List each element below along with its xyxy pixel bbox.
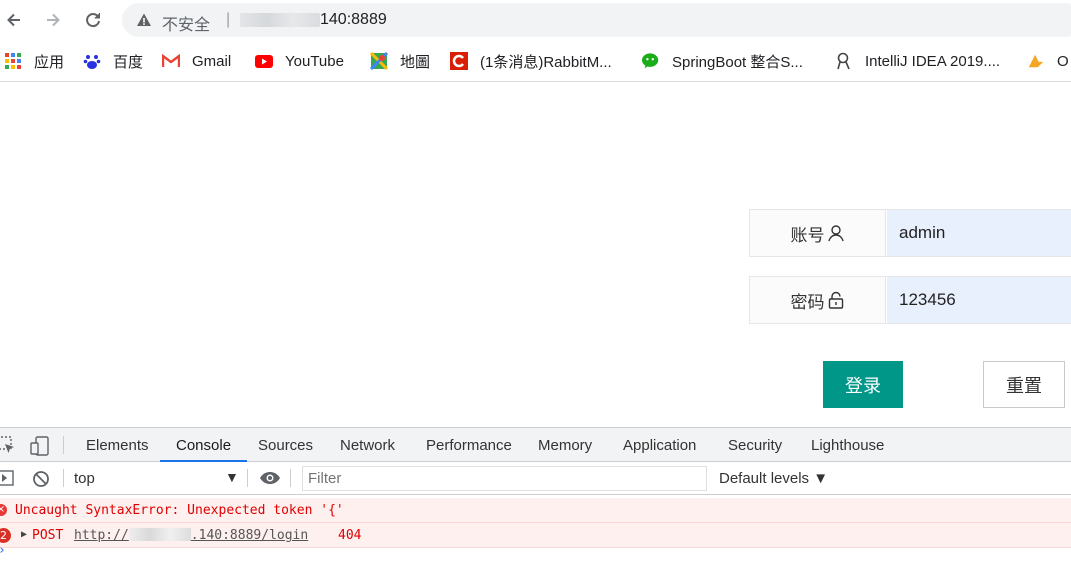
bookmark-label: (1条消息)RabbitM...: [480, 53, 612, 71]
eye-icon[interactable]: [259, 471, 281, 485]
user-icon: [827, 225, 844, 242]
clear-console-icon[interactable]: [32, 470, 50, 488]
reload-button[interactable]: [79, 6, 107, 34]
maps-icon: [370, 52, 388, 70]
sidebar-toggle-icon[interactable]: [0, 470, 15, 486]
context-dropdown-arrow[interactable]: ▼: [225, 469, 239, 485]
forward-button[interactable]: [39, 6, 67, 34]
toolbar-divider: [290, 469, 291, 487]
bookmark-label: SpringBoot 整合S...: [672, 53, 803, 71]
devtools-tabbar: Elements Console Sources Network Perform…: [0, 428, 1071, 462]
csdn-icon: [450, 52, 468, 70]
bookmark-label: O: [1057, 52, 1069, 70]
youtube-icon: [255, 52, 273, 70]
tab-lighthouse[interactable]: Lighthouse: [811, 428, 884, 462]
tab-elements[interactable]: Elements: [86, 428, 149, 462]
bookmark-label: YouTube: [285, 52, 344, 70]
tab-application[interactable]: Application: [623, 428, 696, 462]
arrow-left-icon: [7, 13, 20, 27]
username-label: 账号: [750, 210, 886, 256]
error-count-badge: 2: [0, 528, 11, 543]
response-status: 404: [338, 528, 362, 543]
reload-icon: [86, 13, 100, 28]
console-network-error-row[interactable]: 2 ▶ POST http://.140:8889/login 404: [0, 523, 1071, 548]
intellij-icon: [835, 52, 853, 70]
baidu-paw-icon: [83, 52, 101, 70]
url-redacted: [240, 13, 320, 27]
bookmark-springboot[interactable]: SpringBoot 整合S...: [642, 50, 803, 72]
toolbar-divider: [63, 469, 64, 487]
tab-network[interactable]: Network: [340, 428, 395, 462]
url-redacted: [128, 528, 191, 541]
bookmark-label: 百度: [113, 53, 144, 71]
tab-performance[interactable]: Performance: [426, 428, 512, 462]
console-prompt-icon[interactable]: ›: [0, 543, 6, 558]
bookmark-youtube[interactable]: YouTube: [255, 50, 344, 72]
username-field: 账号: [749, 209, 1071, 257]
back-button[interactable]: [0, 6, 28, 34]
expand-triangle-icon[interactable]: ▶: [21, 529, 27, 540]
request-method: POST: [32, 528, 64, 543]
arrow-right-icon: [47, 13, 60, 27]
bookmark-gmail[interactable]: Gmail: [162, 50, 231, 72]
security-label[interactable]: 不安全: [162, 11, 210, 35]
bookmark-overflow[interactable]: O: [1027, 50, 1069, 72]
bookmark-baidu[interactable]: 百度: [83, 50, 143, 72]
bookmark-label: Gmail: [192, 52, 232, 70]
reset-button[interactable]: 重置: [983, 361, 1065, 408]
bookmark-label: IntelliJ IDEA 2019....: [865, 52, 1001, 70]
toolbar-divider: [247, 469, 248, 487]
log-levels-dropdown[interactable]: Default levels ▼: [719, 470, 828, 487]
tab-sources[interactable]: Sources: [258, 428, 313, 462]
wechat-icon: [642, 52, 660, 70]
bookmarks-bar: 应用 百度 Gmail YouTube 地圖 (1条消息)RabbitM...: [0, 40, 1071, 82]
bookmark-orange-icon: [1027, 52, 1045, 70]
console-filter-input[interactable]: [302, 466, 707, 491]
bookmark-apps[interactable]: 应用: [4, 50, 64, 72]
bookmark-csdn[interactable]: (1条消息)RabbitM...: [450, 50, 612, 72]
error-icon: ×: [0, 504, 7, 516]
address-bar[interactable]: 不安全 | 140:8889: [122, 3, 1071, 37]
apps-grid-icon: [4, 52, 22, 70]
bookmark-maps[interactable]: 地圖: [370, 50, 430, 72]
browser-toolbar: 不安全 | 140:8889: [0, 0, 1071, 40]
login-button[interactable]: 登录: [823, 361, 903, 408]
tab-console[interactable]: Console: [160, 428, 248, 462]
console-error-row[interactable]: × Uncaught SyntaxError: Unexpected token…: [0, 498, 1071, 523]
bookmark-label: 地圖: [400, 53, 431, 71]
warning-icon[interactable]: [136, 12, 152, 28]
bookmark-intellij[interactable]: IntelliJ IDEA 2019....: [835, 50, 1000, 72]
console-toolbar: top ▼ Default levels ▼: [0, 462, 1071, 495]
context-selector[interactable]: top: [74, 470, 95, 487]
url-text[interactable]: 140:8889: [320, 11, 387, 29]
request-url-link[interactable]: http://.140:8889/login: [74, 528, 308, 543]
tab-memory[interactable]: Memory: [538, 428, 592, 462]
url-separator: |: [226, 11, 231, 28]
toolbar-divider: [63, 436, 64, 454]
lock-icon: [828, 291, 843, 309]
gmail-icon: [162, 52, 180, 70]
device-toolbar-icon[interactable]: [30, 436, 50, 456]
username-input[interactable]: [887, 210, 1071, 256]
password-label: 密码: [750, 277, 886, 323]
password-field: 密码: [749, 276, 1071, 324]
tab-security[interactable]: Security: [728, 428, 782, 462]
inspect-element-icon[interactable]: [0, 436, 16, 454]
error-message: Uncaught SyntaxError: Unexpected token '…: [15, 503, 344, 518]
devtools-panel: Elements Console Sources Network Perform…: [0, 427, 1071, 564]
bookmark-label: 应用: [34, 53, 65, 71]
password-input[interactable]: [887, 277, 1071, 323]
